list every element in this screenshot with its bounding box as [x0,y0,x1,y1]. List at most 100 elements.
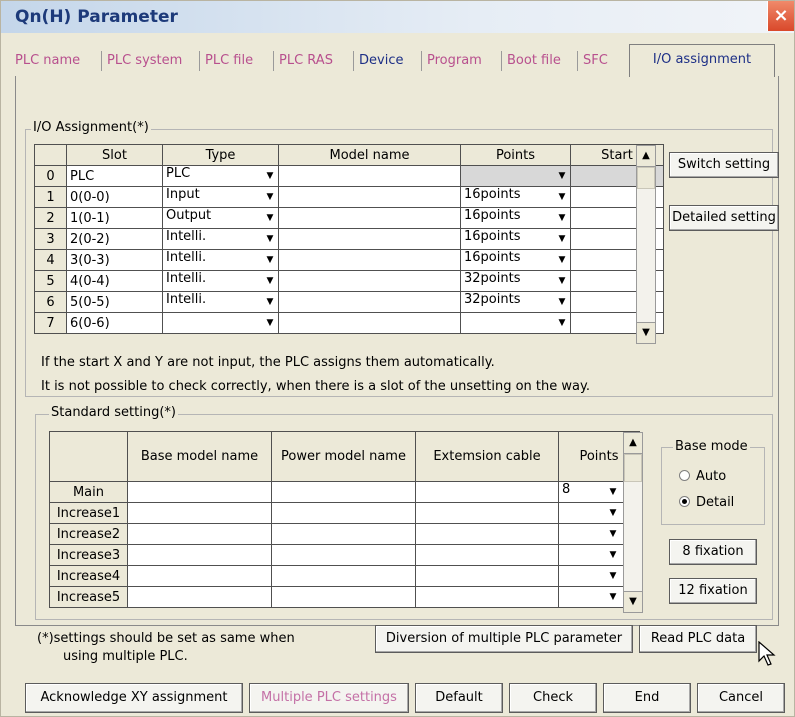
dropdown-arrow-icon[interactable]: ▼ [608,525,618,544]
tab-sfc[interactable]: SFC [583,51,608,71]
std-base-model-cell[interactable] [127,523,272,545]
io-type-cell[interactable]: ▼ Intelli. [162,228,279,250]
io-model-cell[interactable] [278,186,461,208]
io-model-cell[interactable] [278,228,461,250]
switch-setting-button[interactable]: Switch setting [669,152,779,178]
io-points-cell[interactable]: ▼ 32points [460,291,571,313]
std-base-model-cell[interactable] [127,502,272,524]
tab-plc-system[interactable]: PLC system [107,51,182,71]
std-extension-cable-cell[interactable] [415,565,559,587]
check-button[interactable]: Check [509,683,597,713]
std-power-model-cell[interactable] [271,523,416,545]
io-points-cell[interactable]: ▼ 16points [460,249,571,271]
tab-program[interactable]: Program [427,51,482,71]
std-base-model-cell[interactable] [127,481,272,503]
io-type-cell[interactable]: ▼ Intelli. [162,270,279,292]
diversion-of-multiple-plc-parameter-button[interactable]: Diversion of multiple PLC parameter [375,625,633,653]
std-extension-cable-cell[interactable] [415,481,559,503]
io-model-cell[interactable] [278,270,461,292]
scroll-down-icon[interactable]: ▼ [624,591,642,612]
tab-boot-file[interactable]: Boot file [507,51,561,71]
std-power-model-cell[interactable] [271,586,416,608]
tab-io-assignment[interactable]: I/O assignment [629,44,775,77]
scroll-thumb[interactable] [637,167,655,189]
std-base-model-cell[interactable] [127,544,272,566]
dropdown-arrow-icon[interactable]: ▼ [265,293,275,312]
tab-plc-name[interactable]: PLC name [15,51,80,71]
dropdown-arrow-icon[interactable]: ▼ [608,483,618,502]
dropdown-arrow-icon[interactable]: ▼ [557,167,567,186]
std-extension-cable-cell[interactable] [415,502,559,524]
io-model-cell[interactable] [278,249,461,271]
scroll-thumb[interactable] [624,454,642,482]
scroll-down-icon[interactable]: ▼ [637,322,655,343]
std-base-model-cell[interactable] [127,565,272,587]
io-type-cell[interactable]: ▼ Input [162,186,279,208]
dropdown-arrow-icon[interactable]: ▼ [557,251,567,270]
io-type-cell[interactable]: ▼ Intelli. [162,291,279,313]
scroll-up-icon[interactable]: ▲ [637,146,655,167]
dropdown-arrow-icon[interactable]: ▼ [608,588,618,607]
std-power-model-cell[interactable] [271,544,416,566]
cancel-button[interactable]: Cancel [697,683,785,713]
std-base-model-cell[interactable] [127,586,272,608]
std-extension-cable-cell[interactable] [415,586,559,608]
base-mode-auto-radio[interactable]: Auto [679,469,726,484]
std-extension-cable-cell[interactable] [415,523,559,545]
dropdown-arrow-icon[interactable]: ▼ [265,314,275,333]
dropdown-arrow-icon[interactable]: ▼ [265,272,275,291]
io-points-cell[interactable]: ▼ 32points [460,270,571,292]
io-type-cell[interactable]: ▼ Output [162,207,279,229]
std-table-scrollbar[interactable]: ▲ ▼ [623,432,643,613]
dropdown-arrow-icon[interactable]: ▼ [557,230,567,249]
detailed-setting-button[interactable]: Detailed setting [669,205,779,231]
io-points-cell[interactable]: ▼ [460,165,571,187]
io-points-cell[interactable]: ▼ 16points [460,207,571,229]
io-type-cell[interactable]: ▼ PLC [162,165,279,187]
acknowledge-xy-assignment-button[interactable]: Acknowledge XY assignment [25,683,243,713]
tab-plc-file[interactable]: PLC file [205,51,253,71]
std-row: Increase5 ▼ [49,586,640,608]
scroll-up-icon[interactable]: ▲ [624,433,642,454]
dropdown-arrow-icon[interactable]: ▼ [557,209,567,228]
end-button[interactable]: End [603,683,691,713]
dropdown-arrow-icon[interactable]: ▼ [608,567,618,586]
dropdown-arrow-icon[interactable]: ▼ [265,209,275,228]
io-row-number: 0 [34,165,67,187]
io-points-cell[interactable]: ▼ 16points [460,186,571,208]
io-model-cell[interactable] [278,291,461,313]
dropdown-arrow-icon[interactable]: ▼ [608,546,618,565]
io-model-cell[interactable] [278,312,461,334]
default-button[interactable]: Default [415,683,503,713]
dropdown-arrow-icon[interactable]: ▼ [265,167,275,186]
io-points-cell[interactable]: ▼ 16points [460,228,571,250]
std-power-model-cell[interactable] [271,565,416,587]
io-points-cell[interactable]: ▼ [460,312,571,334]
tab-plc-ras[interactable]: PLC RAS [279,51,333,71]
io-model-cell[interactable] [278,165,461,187]
io-points-value: 16points [464,187,521,203]
8-fixation-button[interactable]: 8 fixation [669,539,757,565]
read-plc-data-button[interactable]: Read PLC data [639,625,757,653]
close-icon[interactable]: × [767,1,794,31]
12-fixation-button[interactable]: 12 fixation [669,578,757,604]
dropdown-arrow-icon[interactable]: ▼ [265,251,275,270]
dropdown-arrow-icon[interactable]: ▼ [557,293,567,312]
dropdown-arrow-icon[interactable]: ▼ [557,188,567,207]
dropdown-arrow-icon[interactable]: ▼ [608,504,618,523]
dropdown-arrow-icon[interactable]: ▼ [265,230,275,249]
io-model-cell[interactable] [278,207,461,229]
io-points-value: 16points [464,229,521,245]
base-mode-detail-radio[interactable]: Detail [679,495,734,510]
io-table-scrollbar[interactable]: ▲ ▼ [636,145,656,344]
tab-device[interactable]: Device [359,51,403,71]
std-power-model-cell[interactable] [271,502,416,524]
dropdown-arrow-icon[interactable]: ▼ [557,272,567,291]
std-power-model-cell[interactable] [271,481,416,503]
io-type-cell[interactable]: ▼ [162,312,279,334]
std-extension-cable-cell[interactable] [415,544,559,566]
io-type-cell[interactable]: ▼ Intelli. [162,249,279,271]
dropdown-arrow-icon[interactable]: ▼ [557,314,567,333]
tab-separator [101,51,102,71]
dropdown-arrow-icon[interactable]: ▼ [265,188,275,207]
